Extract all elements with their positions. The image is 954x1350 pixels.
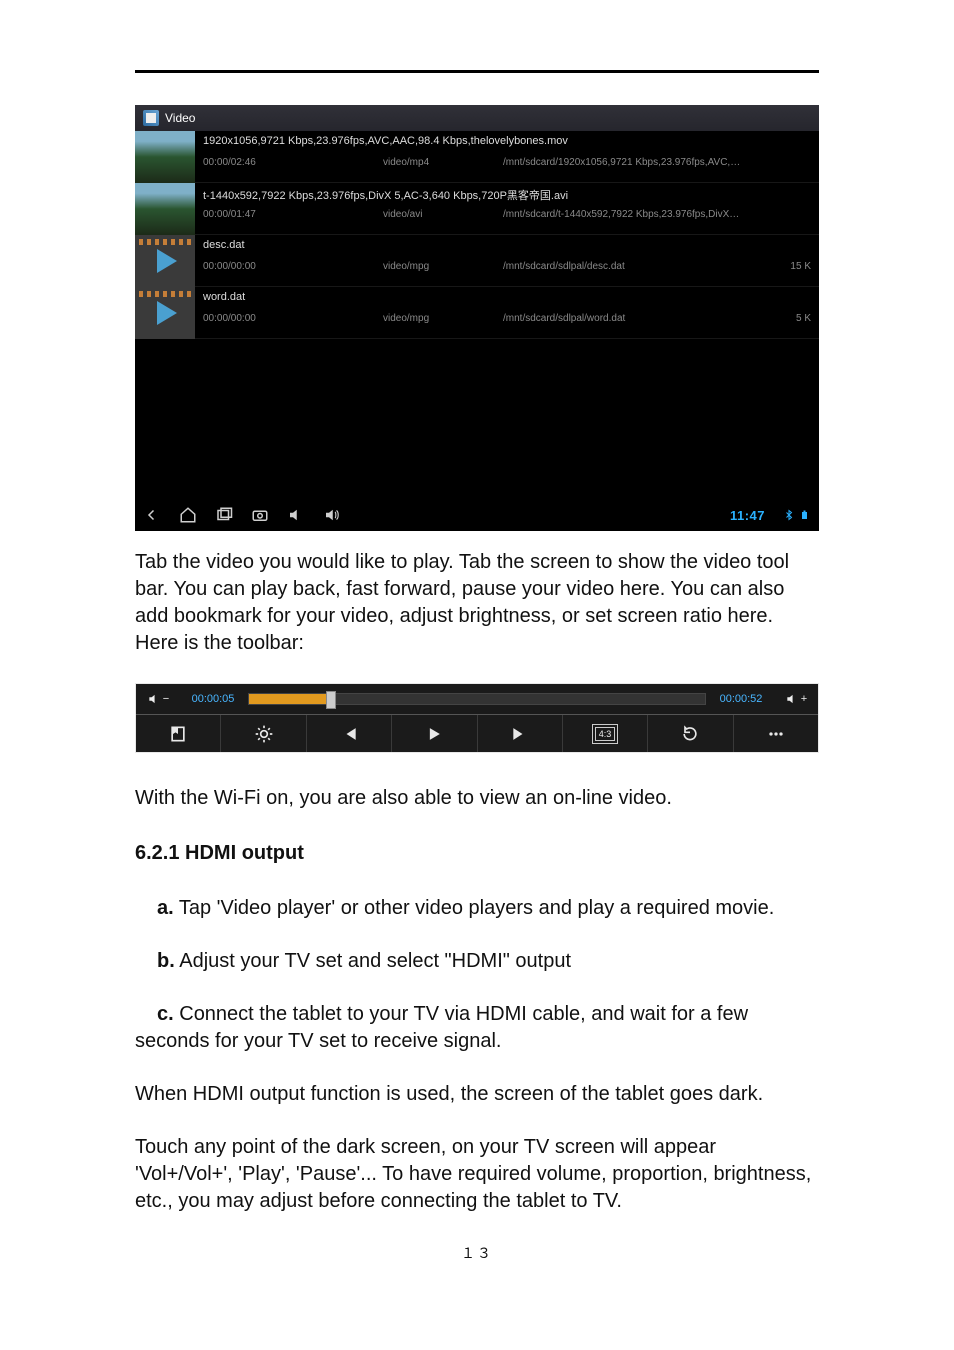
video-size — [741, 209, 811, 231]
video-duration: 00:00/00:00 — [203, 313, 383, 335]
step-c: c. Connect the tablet to your TV via HDM… — [135, 1001, 819, 1055]
rotate-button[interactable] — [648, 715, 733, 752]
seek-knob[interactable] — [326, 691, 336, 709]
video-duration: 00:00/01:47 — [203, 209, 383, 231]
video-duration: 00:00/02:46 — [203, 157, 383, 179]
app-header: Video — [135, 105, 819, 131]
video-app-icon — [143, 110, 159, 126]
video-size: 5 K — [741, 313, 811, 335]
camera-icon[interactable] — [251, 506, 269, 524]
bookmark-button[interactable] — [136, 715, 221, 752]
video-title: 1920x1056,9721 Kbps,23.976fps,AVC,AAC,98… — [203, 135, 811, 157]
volume-up-icon[interactable] — [323, 506, 341, 524]
video-title: word.dat — [203, 291, 811, 313]
video-thumbnail — [135, 131, 195, 183]
app-title: Video — [165, 111, 195, 125]
volume-minus-button[interactable]: − — [138, 692, 178, 706]
seek-track[interactable] — [248, 693, 706, 705]
paragraph: When HDMI output function is used, the s… — [135, 1081, 819, 1108]
paragraph: With the Wi-Fi on, you are also able to … — [135, 785, 819, 812]
aspect-ratio-label: 4:3 — [595, 727, 616, 741]
recent-icon[interactable] — [215, 506, 233, 524]
more-button[interactable] — [734, 715, 818, 752]
home-icon[interactable] — [179, 506, 197, 524]
video-type: video/mpg — [383, 313, 503, 335]
volume-plus-button[interactable]: + — [776, 692, 816, 706]
time-current: 00:00:05 — [178, 693, 248, 705]
step-a: a. Tap 'Video player' or other video pla… — [135, 895, 819, 922]
page-number: １３ — [135, 1243, 819, 1263]
video-item[interactable]: desc.dat 00:00/00:00 video/mpg /mnt/sdca… — [135, 235, 819, 287]
previous-button[interactable] — [307, 715, 392, 752]
video-item[interactable]: 1920x1056,9721 Kbps,23.976fps,AVC,AAC,98… — [135, 131, 819, 183]
video-path: /mnt/sdcard/1920x1056,9721 Kbps,23.976fp… — [503, 157, 741, 179]
video-thumbnail-generic — [135, 287, 195, 339]
volume-down-icon[interactable] — [287, 506, 305, 524]
next-button[interactable] — [478, 715, 563, 752]
brightness-button[interactable] — [221, 715, 306, 752]
paragraph: Touch any point of the dark screen, on y… — [135, 1134, 819, 1215]
video-size — [741, 157, 811, 179]
video-type: video/mpg — [383, 261, 503, 283]
video-thumbnail-generic — [135, 235, 195, 287]
status-clock: 11:47 — [730, 508, 765, 523]
video-thumbnail — [135, 183, 195, 235]
video-type: video/mp4 — [383, 157, 503, 179]
video-path: /mnt/sdcard/sdlpal/desc.dat — [503, 261, 741, 283]
aspect-ratio-button[interactable]: 4:3 — [563, 715, 648, 752]
section-title: 6.2.1 HDMI output — [135, 842, 819, 865]
video-size: 15 K — [741, 261, 811, 283]
video-item[interactable]: t-1440x592,7922 Kbps,23.976fps,DivX 5,AC… — [135, 183, 819, 235]
video-item[interactable]: word.dat 00:00/00:00 video/mpg /mnt/sdca… — [135, 287, 819, 339]
video-app-screenshot: Video 1920x1056,9721 Kbps,23.976fps,AVC,… — [135, 105, 819, 531]
step-b: b. Adjust your TV set and select "HDMI" … — [135, 948, 819, 975]
paragraph: Tab the video you would like to play. Ta… — [135, 549, 819, 657]
play-button[interactable] — [392, 715, 477, 752]
video-toolbar-screenshot: − 00:00:05 00:00:52 + — [135, 683, 819, 753]
video-type: video/avi — [383, 209, 503, 231]
system-navbar: 11:47 — [135, 499, 819, 531]
battery-icon — [799, 509, 811, 521]
video-title: t-1440x592,7922 Kbps,23.976fps,DivX 5,AC… — [203, 187, 811, 209]
video-path: /mnt/sdcard/sdlpal/word.dat — [503, 313, 741, 335]
back-icon[interactable] — [143, 506, 161, 524]
video-path: /mnt/sdcard/t-1440x592,7922 Kbps,23.976f… — [503, 209, 741, 231]
video-duration: 00:00/00:00 — [203, 261, 383, 283]
horizontal-rule — [135, 70, 819, 73]
video-list: 1920x1056,9721 Kbps,23.976fps,AVC,AAC,98… — [135, 131, 819, 339]
time-total: 00:00:52 — [706, 693, 776, 705]
video-title: desc.dat — [203, 239, 811, 261]
bluetooth-icon — [783, 509, 795, 521]
